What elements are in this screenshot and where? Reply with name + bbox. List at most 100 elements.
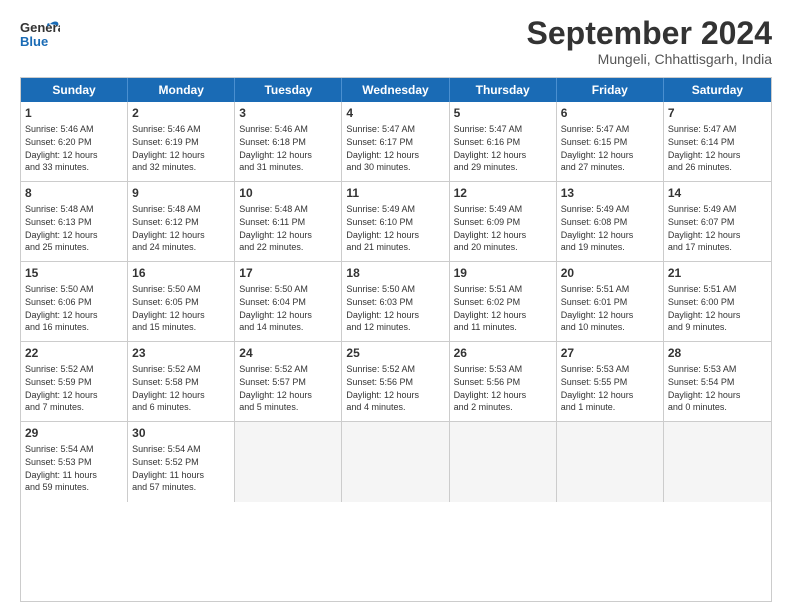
header-friday: Friday [557,78,664,102]
day-number: 2 [132,105,230,121]
calendar-cell: 28 Sunrise: 5:53 AMSunset: 5:54 PMDayligh… [664,342,771,421]
calendar-row-1: 1 Sunrise: 5:46 AMSunset: 6:20 PMDaylight… [21,102,771,182]
cell-info: Sunrise: 5:47 AMSunset: 6:16 PMDaylight:… [454,123,552,173]
day-number: 27 [561,345,659,361]
day-number: 13 [561,185,659,201]
calendar-cell: 14Sunrise: 5:49 AMSunset: 6:07 PMDayligh… [664,182,771,261]
cell-info: Sunrise: 5:52 AMSunset: 5:56 PMDaylight:… [346,363,444,413]
day-number: 16 [132,265,230,281]
cell-info: Sunrise: 5:46 AMSunset: 6:19 PMDaylight:… [132,123,230,173]
calendar-cell: 15Sunrise: 5:50 AMSunset: 6:06 PMDayligh… [21,262,128,341]
cell-info: Sunrise: 5:51 AMSunset: 6:01 PMDaylight:… [561,283,659,333]
day-number: 10 [239,185,337,201]
cell-info: Sunrise: 5:51 AMSunset: 6:00 PMDaylight:… [668,283,767,333]
calendar-row-3: 15Sunrise: 5:50 AMSunset: 6:06 PMDayligh… [21,262,771,342]
header-saturday: Saturday [664,78,771,102]
calendar-cell: 10 Sunrise: 5:48 AMSunset: 6:11 PMDayligh… [235,182,342,261]
cell-info: Sunrise: 5:50 AMSunset: 6:03 PMDaylight:… [346,283,444,333]
calendar-cell [557,422,664,502]
calendar-row-5: 29Sunrise: 5:54 AMSunset: 5:53 PMDayligh… [21,422,771,502]
logo: General Blue [20,16,56,52]
calendar-cell [235,422,342,502]
cell-info: Sunrise: 5:52 AMSunset: 5:57 PMDaylight:… [239,363,337,413]
header-thursday: Thursday [450,78,557,102]
calendar-cell: 21 Sunrise: 5:51 AMSunset: 6:00 PMDayligh… [664,262,771,341]
cell-info: Sunrise: 5:48 AMSunset: 6:11 PMDaylight:… [239,203,337,253]
svg-text:Blue: Blue [20,34,48,49]
header-tuesday: Tuesday [235,78,342,102]
day-number: 19 [454,265,552,281]
cell-info: Sunrise: 5:49 AMSunset: 6:08 PMDaylight:… [561,203,659,253]
calendar-row-2: 8Sunrise: 5:48 AMSunset: 6:13 PMDaylight… [21,182,771,262]
day-number: 18 [346,265,444,281]
header-sunday: Sunday [21,78,128,102]
calendar-cell: 9 Sunrise: 5:48 AMSunset: 6:12 PMDaylight… [128,182,235,261]
day-number: 28 [668,345,767,361]
month-title: September 2024 [527,16,772,51]
day-number: 4 [346,105,444,121]
calendar-cell: 6 Sunrise: 5:47 AMSunset: 6:15 PMDaylight… [557,102,664,181]
day-number: 25 [346,345,444,361]
calendar-row-4: 22Sunrise: 5:52 AMSunset: 5:59 PMDayligh… [21,342,771,422]
header-wednesday: Wednesday [342,78,449,102]
day-number: 9 [132,185,230,201]
calendar-cell: 3 Sunrise: 5:46 AMSunset: 6:18 PMDaylight… [235,102,342,181]
cell-info: Sunrise: 5:52 AMSunset: 5:58 PMDaylight:… [132,363,230,413]
day-number: 6 [561,105,659,121]
cell-info: Sunrise: 5:54 AMSunset: 5:53 PMDaylight:… [25,443,123,493]
day-number: 15 [25,265,123,281]
calendar-cell: 18 Sunrise: 5:50 AMSunset: 6:03 PMDayligh… [342,262,449,341]
calendar-cell: 1 Sunrise: 5:46 AMSunset: 6:20 PMDaylight… [21,102,128,181]
calendar-cell: 25 Sunrise: 5:52 AMSunset: 5:56 PMDayligh… [342,342,449,421]
day-number: 26 [454,345,552,361]
header-monday: Monday [128,78,235,102]
header: General Blue September 2024 Mungeli, Chh… [20,16,772,67]
cell-info: Sunrise: 5:47 AMSunset: 6:17 PMDaylight:… [346,123,444,173]
title-area: September 2024 Mungeli, Chhattisgarh, In… [527,16,772,67]
cell-info: Sunrise: 5:54 AMSunset: 5:52 PMDaylight:… [132,443,230,493]
cell-info: Sunrise: 5:48 AMSunset: 6:13 PMDaylight:… [25,203,123,253]
calendar-cell: 12 Sunrise: 5:49 AMSunset: 6:09 PMDayligh… [450,182,557,261]
calendar-cell [342,422,449,502]
cell-info: Sunrise: 5:53 AMSunset: 5:56 PMDaylight:… [454,363,552,413]
calendar-cell: 17Sunrise: 5:50 AMSunset: 6:04 PMDayligh… [235,262,342,341]
cell-info: Sunrise: 5:50 AMSunset: 6:04 PMDaylight:… [239,283,337,333]
day-number: 20 [561,265,659,281]
day-number: 14 [668,185,767,201]
calendar-cell: 11 Sunrise: 5:49 AMSunset: 6:10 PMDayligh… [342,182,449,261]
calendar-cell: 2 Sunrise: 5:46 AMSunset: 6:19 PMDaylight… [128,102,235,181]
day-number: 7 [668,105,767,121]
calendar-cell: 4 Sunrise: 5:47 AMSunset: 6:17 PMDaylight… [342,102,449,181]
cell-info: Sunrise: 5:48 AMSunset: 6:12 PMDaylight:… [132,203,230,253]
calendar-body: 1 Sunrise: 5:46 AMSunset: 6:20 PMDaylight… [21,102,771,502]
calendar-cell: 13 Sunrise: 5:49 AMSunset: 6:08 PMDayligh… [557,182,664,261]
day-number: 1 [25,105,123,121]
cell-info: Sunrise: 5:46 AMSunset: 6:18 PMDaylight:… [239,123,337,173]
calendar-cell: 19 Sunrise: 5:51 AMSunset: 6:02 PMDayligh… [450,262,557,341]
calendar-cell: 7Sunrise: 5:47 AMSunset: 6:14 PMDaylight… [664,102,771,181]
cell-info: Sunrise: 5:49 AMSunset: 6:10 PMDaylight:… [346,203,444,253]
day-number: 3 [239,105,337,121]
cell-info: Sunrise: 5:46 AMSunset: 6:20 PMDaylight:… [25,123,123,173]
cell-info: Sunrise: 5:53 AMSunset: 5:55 PMDaylight:… [561,363,659,413]
calendar-cell: 8Sunrise: 5:48 AMSunset: 6:13 PMDaylight… [21,182,128,261]
cell-info: Sunrise: 5:52 AMSunset: 5:59 PMDaylight:… [25,363,123,413]
cell-info: Sunrise: 5:53 AMSunset: 5:54 PMDaylight:… [668,363,767,413]
cell-info: Sunrise: 5:47 AMSunset: 6:15 PMDaylight:… [561,123,659,173]
calendar-cell: 29Sunrise: 5:54 AMSunset: 5:53 PMDayligh… [21,422,128,502]
calendar-cell: 23 Sunrise: 5:52 AMSunset: 5:58 PMDayligh… [128,342,235,421]
calendar-cell: 30 Sunrise: 5:54 AMSunset: 5:52 PMDayligh… [128,422,235,502]
day-number: 5 [454,105,552,121]
day-number: 24 [239,345,337,361]
calendar-header: Sunday Monday Tuesday Wednesday Thursday… [21,78,771,102]
day-number: 21 [668,265,767,281]
cell-info: Sunrise: 5:49 AMSunset: 6:09 PMDaylight:… [454,203,552,253]
calendar-cell [450,422,557,502]
cell-info: Sunrise: 5:51 AMSunset: 6:02 PMDaylight:… [454,283,552,333]
calendar-cell: 20 Sunrise: 5:51 AMSunset: 6:01 PMDayligh… [557,262,664,341]
day-number: 30 [132,425,230,441]
day-number: 11 [346,185,444,201]
day-number: 23 [132,345,230,361]
day-number: 12 [454,185,552,201]
calendar-cell: 24 Sunrise: 5:52 AMSunset: 5:57 PMDayligh… [235,342,342,421]
